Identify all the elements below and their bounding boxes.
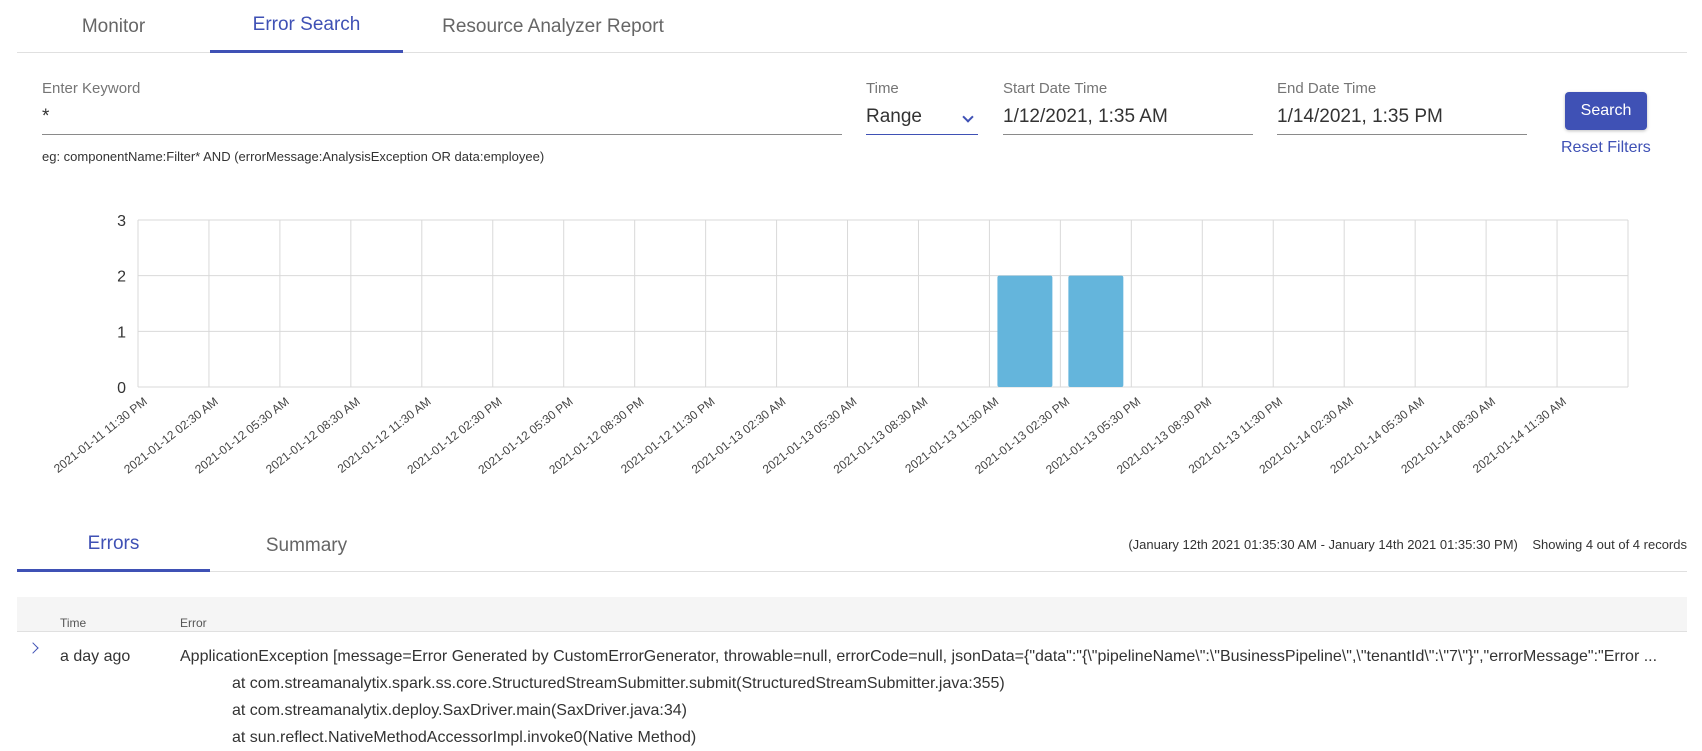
result-range-info: (January 12th 2021 01:35:30 AM - January… <box>1128 537 1687 552</box>
search-button[interactable]: Search <box>1565 92 1647 130</box>
table-row[interactable]: a day ago ApplicationException [message=… <box>17 632 1687 751</box>
time-select[interactable]: Range <box>866 99 978 135</box>
tab-errors[interactable]: Errors <box>17 519 210 572</box>
time-select-value: Range <box>866 106 922 127</box>
column-header-error[interactable]: Error <box>180 616 207 630</box>
time-label: Time <box>866 80 899 97</box>
bar <box>1068 275 1124 387</box>
tab-summary[interactable]: Summary <box>210 519 403 572</box>
stack-trace-line: at com.streamanalytix.spark.ss.core.Stru… <box>232 675 1005 692</box>
column-header-time[interactable]: Time <box>60 616 86 630</box>
error-message: ApplicationException [message=Error Gene… <box>180 648 1658 665</box>
start-date-label: Start Date Time <box>1003 80 1108 97</box>
start-date-input[interactable]: 1/12/2021, 1:35 AM <box>1003 99 1253 135</box>
keyword-label: Enter Keyword <box>42 80 141 97</box>
tab-monitor[interactable]: Monitor <box>17 0 210 53</box>
end-date-input[interactable]: 1/14/2021, 1:35 PM <box>1277 99 1527 135</box>
error-histogram-chart: 01232021-01-11 11:30 PM2021-01-12 02:30 … <box>51 213 1629 477</box>
y-tick-label: 1 <box>117 324 126 341</box>
top-tab-bar: Monitor Error Search Resource Analyzer R… <box>17 0 1687 53</box>
records-count-text: Showing 4 out of 4 records <box>1532 537 1687 552</box>
reset-filters-link[interactable]: Reset Filters <box>1561 139 1651 157</box>
keyword-input[interactable]: * <box>42 99 842 135</box>
stack-trace-line: at com.streamanalytix.deploy.SaxDriver.m… <box>232 702 687 719</box>
keyword-hint: eg: componentName:Filter* AND (errorMess… <box>42 149 545 164</box>
y-tick-label: 3 <box>117 213 126 230</box>
y-tick-label: 0 <box>117 380 126 397</box>
tab-error-search[interactable]: Error Search <box>210 0 403 53</box>
bar <box>997 275 1053 387</box>
chevron-down-icon <box>962 111 974 123</box>
end-date-label: End Date Time <box>1277 80 1377 97</box>
table-header: Time Error <box>17 597 1687 632</box>
date-range-text: (January 12th 2021 01:35:30 AM - January… <box>1128 537 1518 552</box>
stack-trace-line: at sun.reflect.NativeMethodAccessorImpl.… <box>232 729 697 746</box>
chevron-right-icon[interactable] <box>27 642 39 654</box>
row-time: a day ago <box>60 648 131 665</box>
tab-resource-analyzer-report[interactable]: Resource Analyzer Report <box>403 0 703 53</box>
y-tick-label: 2 <box>117 269 126 286</box>
